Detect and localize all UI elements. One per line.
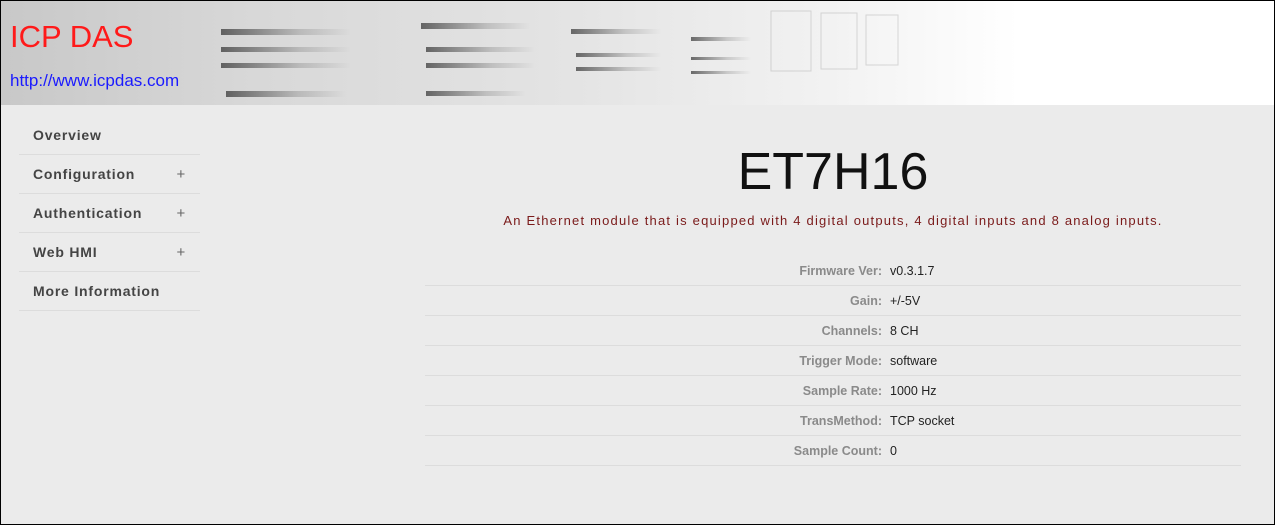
expand-icon[interactable]: + — [176, 166, 186, 183]
sidebar-item-authentication[interactable]: Authentication + — [19, 194, 200, 233]
brand-name: ICP DAS — [10, 19, 134, 54]
sidebar-item-overview[interactable]: Overview — [19, 116, 200, 155]
info-row-sample-count: Sample Count: 0 — [425, 436, 1241, 466]
expand-icon[interactable]: + — [176, 205, 186, 222]
sidebar-item-label: Overview — [33, 127, 102, 143]
info-row-channels: Channels: 8 CH — [425, 316, 1241, 346]
info-value: 8 CH — [890, 323, 919, 338]
info-label: Firmware Ver: — [799, 263, 882, 278]
sidebar-item-label: Authentication — [33, 205, 143, 221]
sidebar-item-label: More Information — [33, 283, 161, 299]
info-value: v0.3.1.7 — [890, 263, 935, 278]
module-description: An Ethernet module that is equipped with… — [503, 213, 1163, 228]
header-banner: ICP DAS http://www.icpdas.com — [1, 1, 1274, 105]
info-row-gain: Gain: +/-5V — [425, 286, 1241, 316]
info-value: +/-5V — [890, 293, 921, 308]
info-label: Sample Count: — [793, 443, 882, 458]
info-label: Sample Rate: — [802, 383, 882, 398]
info-label: Gain: — [850, 293, 882, 308]
sidebar-item-web-hmi[interactable]: Web HMI + — [19, 233, 200, 272]
info-row-trigger-mode: Trigger Mode: software — [425, 346, 1241, 376]
info-label: Channels: — [821, 323, 882, 338]
info-row-firmware: Firmware Ver: v0.3.1.7 — [425, 256, 1241, 286]
info-value: 0 — [890, 443, 897, 458]
info-label: TransMethod: — [800, 413, 882, 428]
sidebar-item-configuration[interactable]: Configuration + — [19, 155, 200, 194]
info-label: Trigger Mode: — [799, 353, 882, 368]
info-row-trans-method: TransMethod: TCP socket — [425, 406, 1241, 436]
sidebar-item-label: Web HMI — [33, 244, 98, 260]
expand-icon[interactable]: + — [176, 244, 186, 261]
info-row-sample-rate: Sample Rate: 1000 Hz — [425, 376, 1241, 406]
sidebar-item-more-information[interactable]: More Information — [19, 272, 200, 311]
info-value: TCP socket — [890, 413, 955, 428]
page-title: ET7H16 — [737, 143, 929, 201]
page-frame: ICP DAS http://www.icpdas.com Overview C… — [0, 0, 1275, 525]
info-value: 1000 Hz — [890, 383, 937, 398]
sidebar-item-label: Configuration — [33, 166, 136, 182]
module-info-table: Firmware Ver: v0.3.1.7 Gain: +/-5V Chann… — [425, 256, 1241, 466]
website-link[interactable]: http://www.icpdas.com — [10, 71, 179, 91]
device-banner-image — [221, 10, 899, 97]
info-value: software — [890, 353, 938, 368]
sidebar-nav: Overview Configuration + Authentication … — [19, 116, 200, 311]
